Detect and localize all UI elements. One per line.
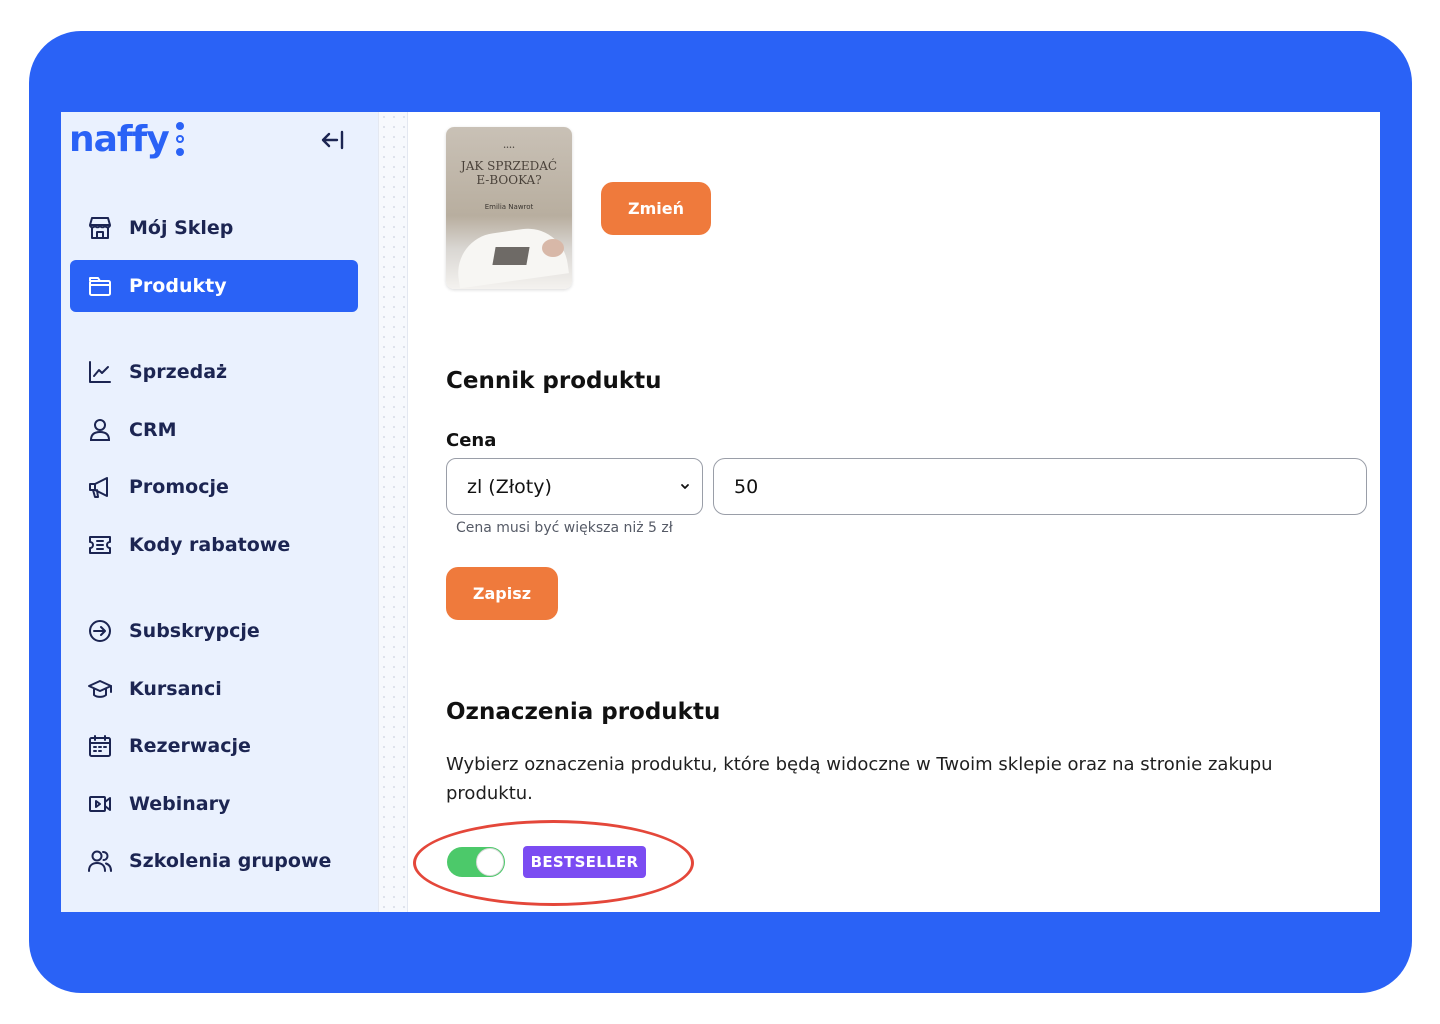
graduation-cap-icon xyxy=(86,675,114,703)
video-icon xyxy=(86,790,114,818)
sidebar-item-label: Sprzedaż xyxy=(129,361,228,383)
store-icon xyxy=(86,214,114,242)
sidebar-item-kody-rabatowe[interactable]: Kody rabatowe xyxy=(70,519,358,571)
sidebar-item-label: Kursanci xyxy=(129,678,222,700)
bestseller-toggle[interactable] xyxy=(447,847,505,877)
badges-description: Wybierz oznaczenia produktu, które będą … xyxy=(446,754,1273,804)
arrow-circle-icon xyxy=(86,617,114,645)
currency-selected-value: zl (Złoty) xyxy=(467,475,552,498)
cover-title: JAK SPRZEDAĆ E-BOOKA? xyxy=(446,159,572,187)
sidebar-item-label: Webinary xyxy=(129,793,231,815)
sidebar: naffy Mój Sklep Produkty Sprzedaż CRM Pr… xyxy=(61,112,378,912)
ticket-icon xyxy=(86,531,114,559)
change-image-button[interactable]: Zmień xyxy=(601,182,711,235)
sidebar-item-moj-sklep[interactable]: Mój Sklep xyxy=(70,202,358,254)
users-icon xyxy=(86,847,114,875)
cover-title-line-2: E-BOOKA? xyxy=(476,173,542,187)
logo-dots-icon xyxy=(175,122,185,156)
sidebar-item-label: Subskrypcje xyxy=(129,620,260,642)
sidebar-item-subskrypcje[interactable]: Subskrypcje xyxy=(70,605,358,657)
sidebar-item-sprzedaz[interactable]: Sprzedaż xyxy=(70,346,358,398)
megaphone-icon xyxy=(86,473,114,501)
product-cover-image: •••• JAK SPRZEDAĆ E-BOOKA? Emilia Nawrot xyxy=(446,127,572,289)
cover-laptop-shape xyxy=(492,247,530,265)
cover-title-line-1: JAK SPRZEDAĆ xyxy=(460,159,558,173)
toggle-knob xyxy=(476,848,504,876)
sidebar-item-kursanci[interactable]: Kursanci xyxy=(70,663,358,715)
sidebar-item-rezerwacje[interactable]: Rezerwacje xyxy=(70,720,358,772)
cover-hand-shape xyxy=(542,239,564,257)
sidebar-item-label: CRM xyxy=(129,419,177,441)
price-label: Cena xyxy=(446,430,497,451)
chart-line-icon xyxy=(86,358,114,386)
cover-author: Emilia Nawrot xyxy=(484,203,534,211)
sidebar-item-webinary[interactable]: Webinary xyxy=(70,778,358,830)
price-input[interactable] xyxy=(713,458,1367,515)
main-content: •••• JAK SPRZEDAĆ E-BOOKA? Emilia Nawrot… xyxy=(408,112,1380,912)
sidebar-item-label: Promocje xyxy=(129,476,229,498)
chevron-down-icon xyxy=(681,484,689,489)
sidebar-item-szkolenia-grupowe[interactable]: Szkolenia grupowe xyxy=(70,835,358,887)
sidebar-item-produkty[interactable]: Produkty xyxy=(70,260,358,312)
naffy-logo[interactable]: naffy xyxy=(69,118,170,162)
currency-select[interactable]: zl (Złoty) xyxy=(446,458,703,515)
save-button[interactable]: Zapisz xyxy=(446,567,558,620)
cover-small-text: •••• xyxy=(503,145,515,151)
collapse-sidebar-icon[interactable] xyxy=(319,128,347,152)
bestseller-badge: BESTSELLER xyxy=(523,846,646,878)
user-icon xyxy=(86,416,114,444)
sidebar-divider xyxy=(378,112,408,912)
folder-icon xyxy=(86,272,114,300)
sidebar-item-promocje[interactable]: Promocje xyxy=(70,461,358,513)
pricing-section-title: Cennik produktu xyxy=(446,368,662,394)
sidebar-item-label: Mój Sklep xyxy=(129,217,234,239)
price-helper-text: Cena musi być większa niż 5 zł xyxy=(456,520,673,536)
sidebar-item-crm[interactable]: CRM xyxy=(70,404,358,456)
logo-text: naffy xyxy=(69,119,170,160)
sidebar-item-label: Rezerwacje xyxy=(129,735,251,757)
sidebar-item-label: Kody rabatowe xyxy=(129,534,291,556)
app-window: naffy Mój Sklep Produkty Sprzedaż CRM Pr… xyxy=(61,112,1380,912)
sidebar-item-label: Szkolenia grupowe xyxy=(129,850,332,872)
badges-section-title: Oznaczenia produktu xyxy=(446,699,721,725)
calendar-icon xyxy=(86,732,114,760)
sidebar-item-label: Produkty xyxy=(129,275,227,297)
